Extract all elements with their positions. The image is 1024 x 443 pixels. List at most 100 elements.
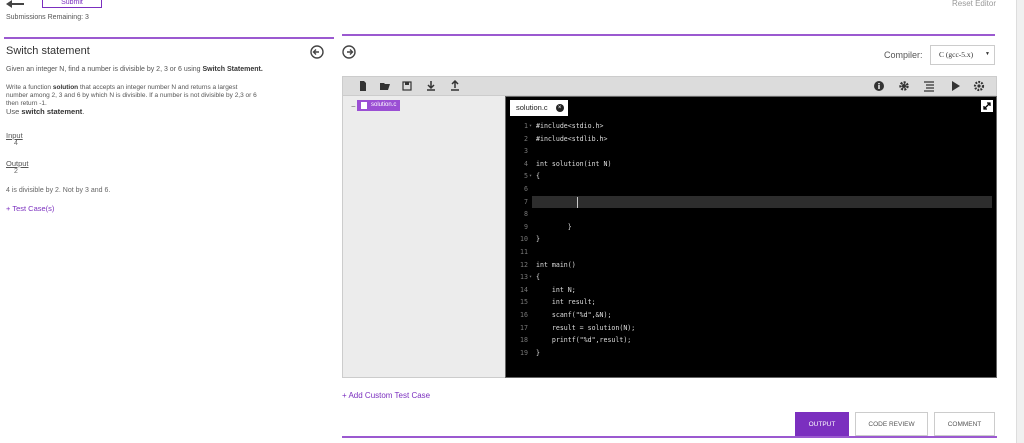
code-line[interactable]: 6 xyxy=(506,183,996,196)
fold-toggle-icon[interactable]: ▾ xyxy=(529,271,532,284)
explanation: 4 is divisible by 2. Not by 3 and 6. xyxy=(6,187,111,194)
code-text: int N; xyxy=(536,285,576,294)
submissions-remaining: Submissions Remaining: 3 xyxy=(6,14,89,21)
code-line[interactable]: 14 int N; xyxy=(506,284,996,297)
code-text: int main() xyxy=(536,260,576,269)
line-number: 11 xyxy=(520,247,528,256)
expand-right-icon[interactable] xyxy=(342,45,356,59)
line-number: 19 xyxy=(520,348,528,357)
top-divider xyxy=(342,34,995,36)
editor-tab-label: solution.c xyxy=(516,103,548,112)
left-divider xyxy=(4,37,334,39)
input-label: Input xyxy=(6,131,23,140)
code-line[interactable]: 11 xyxy=(506,246,996,259)
save-icon[interactable] xyxy=(401,80,413,92)
code-text: { xyxy=(536,172,540,181)
editor-tab-solution[interactable]: solution.c × xyxy=(510,100,568,116)
line-number: 5 xyxy=(524,172,528,181)
code-line[interactable]: 17 result = solution(N); xyxy=(506,322,996,335)
compiler-label: Compiler: xyxy=(884,50,923,60)
line-number: 6 xyxy=(524,184,528,193)
collapse-left-icon[interactable] xyxy=(310,45,324,59)
code-line[interactable]: 18 printf("%d",result); xyxy=(506,334,996,347)
fullscreen-icon[interactable] xyxy=(981,100,993,112)
line-number: 17 xyxy=(520,323,528,332)
settings-icon[interactable] xyxy=(973,80,985,92)
info-icon[interactable] xyxy=(873,80,885,92)
page-scrollbar[interactable] xyxy=(1016,0,1024,443)
line-number: 18 xyxy=(520,336,528,345)
line-number: 7 xyxy=(524,197,528,206)
open-folder-icon[interactable] xyxy=(379,80,391,92)
code-line[interactable]: 12 int main() xyxy=(506,259,996,272)
line-number: 1 xyxy=(524,122,528,130)
tree-file-label: solution.c xyxy=(371,102,397,108)
problem-title: Switch statement xyxy=(6,45,90,57)
file-icon xyxy=(361,102,367,109)
code-line[interactable]: 3 xyxy=(506,145,996,158)
code-text: } xyxy=(536,235,540,244)
tab-comment[interactable]: COMMENT xyxy=(934,412,995,436)
code-line[interactable]: 10} xyxy=(506,233,996,246)
line-number: 3 xyxy=(524,147,528,156)
test-cases-link[interactable]: + Test Case(s) xyxy=(6,204,54,213)
line-number: 2 xyxy=(524,134,528,143)
code-line[interactable]: 16 scanf("%d",&N); xyxy=(506,309,996,322)
submit-button[interactable]: Submit xyxy=(42,0,102,8)
file-tree: − solution.c xyxy=(342,96,505,378)
download-icon[interactable] xyxy=(425,80,437,92)
code-line[interactable]: 7 xyxy=(506,195,996,209)
add-custom-test-case-link[interactable]: + Add Custom Test Case xyxy=(342,391,430,400)
output-label: Output xyxy=(6,159,29,168)
code-line[interactable]: 8 xyxy=(506,208,996,221)
upload-icon[interactable] xyxy=(449,80,461,92)
tab-output[interactable]: OUTPUT xyxy=(795,412,849,436)
line-number: 14 xyxy=(520,285,528,294)
code-line[interactable]: 1 ▾ #include<stdio.h> xyxy=(506,120,996,133)
code-text: } xyxy=(536,222,572,231)
code-line[interactable]: 2 #include<stdlib.h> xyxy=(506,133,996,146)
code-text: scanf("%d",&N); xyxy=(536,310,612,319)
fold-toggle-icon[interactable]: ▾ xyxy=(529,120,532,133)
line-number: 10 xyxy=(520,235,528,244)
format-code-icon[interactable] xyxy=(923,80,935,92)
close-icon[interactable]: × xyxy=(555,104,564,112)
code-line[interactable]: 4 int solution(int N) xyxy=(506,158,996,171)
run-icon[interactable] xyxy=(949,80,961,92)
code-text: int result; xyxy=(536,298,596,307)
code-editor[interactable]: solution.c × 1 ▾ #include<stdio.h> 2 #includ… xyxy=(505,96,997,378)
code-area[interactable]: 1 ▾ #include<stdio.h> 2 #include<stdlib.h> 3 4… xyxy=(506,120,996,359)
new-file-icon[interactable] xyxy=(357,80,369,92)
gear-icon[interactable] xyxy=(898,80,910,92)
problem-statement: Write a function solution that accepts a… xyxy=(6,84,257,116)
tree-file-solution[interactable]: solution.c xyxy=(357,100,401,111)
code-line[interactable]: 5 ▾ { xyxy=(506,170,996,183)
text-cursor xyxy=(577,196,578,208)
code-text: { xyxy=(536,273,540,282)
back-arrow-icon[interactable] xyxy=(6,0,24,8)
line-number: 15 xyxy=(520,298,528,307)
line-number: 12 xyxy=(520,260,528,269)
output-value: 2 xyxy=(14,168,18,175)
bottom-divider xyxy=(342,436,997,438)
code-text: } xyxy=(536,348,540,357)
tree-collapse-toggle[interactable]: − xyxy=(351,102,356,111)
line-number: 13 xyxy=(520,273,528,282)
compiler-select[interactable]: C (gcc-5.x) ▼ xyxy=(930,45,995,65)
code-line[interactable]: 13 ▾ { xyxy=(506,271,996,284)
chevron-down-icon: ▼ xyxy=(985,52,990,57)
fold-toggle-icon[interactable]: ▾ xyxy=(529,170,532,183)
reset-editor-link[interactable]: Reset Editor xyxy=(952,0,996,8)
code-line[interactable]: 15 int result; xyxy=(506,296,996,309)
line-number: 4 xyxy=(524,159,528,168)
code-text: #include<stdio.h> xyxy=(536,122,604,130)
line-number: 16 xyxy=(520,310,528,319)
tab-code-review[interactable]: CODE REVIEW xyxy=(855,412,928,436)
code-text: printf("%d",result); xyxy=(536,336,632,345)
code-text: #include<stdlib.h> xyxy=(536,134,608,143)
code-line[interactable]: 9 } xyxy=(506,221,996,234)
editor-toolbar xyxy=(342,76,997,96)
line-number: 9 xyxy=(524,222,528,231)
code-line[interactable]: 19} xyxy=(506,347,996,360)
code-text: result = solution(N); xyxy=(536,323,636,332)
